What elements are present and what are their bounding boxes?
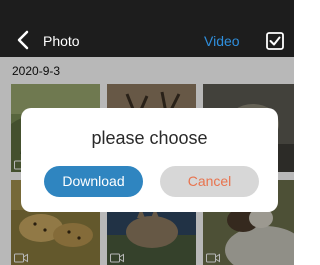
cancel-button[interactable]: Cancel [160,166,259,197]
dialog-title: please choose [91,128,208,148]
page-title: Photo [43,33,80,49]
choose-dialog: please choose Download Cancel [21,108,278,212]
download-button[interactable]: Download [44,166,143,197]
chevron-left-icon[interactable] [12,28,34,52]
checkbox-icon[interactable] [266,32,284,50]
top-bar: Photo Video [0,0,294,57]
tab-video[interactable]: Video [204,33,240,49]
